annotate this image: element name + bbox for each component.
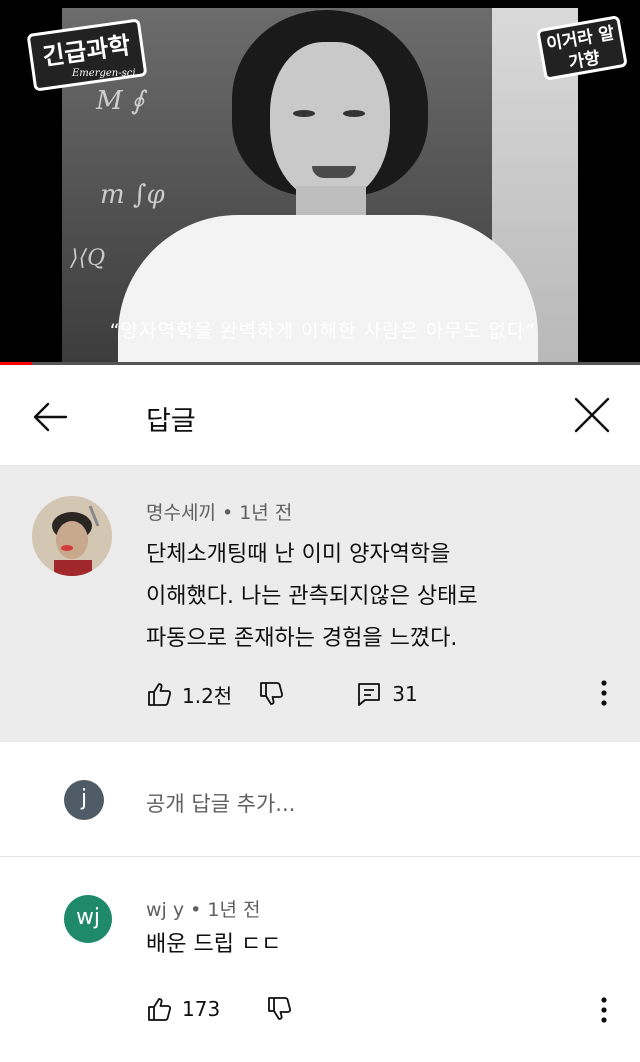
reply-count-button[interactable] [356, 681, 382, 707]
meta-separator: • [221, 502, 240, 524]
user-avatar: j [64, 780, 104, 820]
reply-actions: 173 [146, 991, 292, 1027]
comment-actions: 1.2천 31 [146, 676, 418, 712]
avatar[interactable] [32, 496, 112, 576]
person-face [270, 42, 390, 202]
thumbs-up-icon [148, 998, 172, 1021]
comment-line: 파동으로 존재하는 경험을 느꼈다. [146, 626, 458, 651]
comment-line: 단체소개팅때 난 이미 양자역학을 [146, 542, 451, 567]
dislike-button[interactable] [266, 996, 292, 1022]
video-subtitle: “양자역학을 완벽하게 이해한 사람은 아무도 없다” [109, 320, 537, 342]
add-reply-row[interactable]: j 공개 답글 추가... [0, 742, 640, 857]
more-vert-icon [601, 997, 607, 1023]
chalk-writing: m ∫φ [100, 180, 165, 210]
avatar[interactable]: wj [64, 895, 112, 943]
comment-meta: 명수세끼 • 1년 전 [146, 498, 292, 525]
reply-item: wj wj y • 1년 전 배운 드립 ㄷㄷ 173 [0, 857, 640, 1062]
reply-time: 1년 전 [207, 899, 261, 921]
chalk-writing: ⟩⟨Q [70, 246, 106, 271]
like-button[interactable] [146, 681, 172, 707]
like-button[interactable] [146, 996, 172, 1022]
like-count: 173 [182, 997, 221, 1021]
like-count: 1.2천 [182, 683, 233, 708]
more-actions-button[interactable] [592, 678, 616, 708]
dislike-button[interactable] [258, 681, 284, 707]
thumbs-up-icon [148, 683, 172, 706]
reply-text: 배운 드립 ㄷㄷ [146, 932, 282, 957]
parent-comment: 명수세끼 • 1년 전 단체소개팅때 난 이미 양자역학을 이해했다. 나는 관… [0, 466, 640, 742]
person-mouth [312, 166, 356, 178]
reply-count: 31 [392, 682, 418, 706]
comment-line: 이해했다. 나는 관측되지않은 상태로 [146, 584, 478, 609]
avatar-photo-icon [32, 496, 112, 576]
add-reply-input[interactable]: 공개 답글 추가... [146, 788, 295, 818]
thumbs-down-icon [260, 682, 284, 705]
channel-logo-subtext: Emergen-sci. [72, 68, 139, 79]
comment-text: 단체소개팅때 난 이미 양자역학을 이해했다. 나는 관측되지않은 상태로 파동… [146, 534, 616, 660]
more-vert-icon [601, 680, 607, 706]
comment-author[interactable]: 명수세끼 [146, 502, 216, 524]
back-button[interactable] [30, 397, 70, 437]
reply-meta: wj y • 1년 전 [146, 895, 261, 922]
comment-time: 1년 전 [239, 502, 293, 524]
video-player[interactable]: M ∮ m ∫φ ⟩⟨Q 긴급과학 Emergen-sci. 이거라 알가향 “… [0, 0, 640, 365]
person-eye [293, 110, 315, 117]
comment-icon [358, 683, 381, 706]
chalk-writing: M ∮ [96, 86, 145, 116]
more-actions-button[interactable] [592, 995, 616, 1025]
arrow-left-icon [33, 402, 68, 432]
close-button[interactable] [572, 395, 612, 435]
close-icon [574, 397, 610, 433]
page-title: 답글 [146, 406, 196, 437]
meta-separator: • [190, 899, 208, 921]
replies-header: 답글 [0, 365, 640, 466]
thumbs-down-icon [268, 997, 292, 1020]
person-eye [343, 110, 365, 117]
reply-author[interactable]: wj y [146, 899, 184, 921]
